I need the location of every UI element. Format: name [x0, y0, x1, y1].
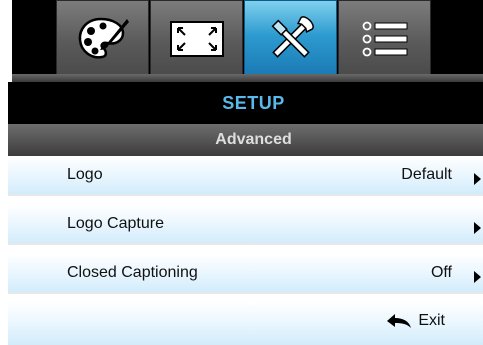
exit-label: Exit	[418, 312, 445, 329]
back-arrow-icon	[387, 314, 412, 328]
tools-icon	[271, 16, 314, 58]
menu-item-closed-captioning[interactable]: Closed Captioning Off	[8, 254, 483, 294]
screen-resize-icon	[169, 21, 224, 57]
arrow-right-icon	[474, 271, 481, 283]
menu-item-logo[interactable]: Logo Default	[8, 156, 483, 196]
tab-options[interactable]	[338, 0, 431, 78]
list-icon	[362, 21, 407, 57]
menu-item-value: Off	[430, 264, 452, 281]
tab-bar-divider	[12, 74, 483, 82]
menu-title: SETUP	[222, 92, 285, 113]
palette-icon	[78, 17, 129, 59]
submenu-title: Advanced	[215, 131, 292, 148]
submenu-header: Advanced	[8, 124, 483, 156]
exit-button[interactable]: Exit	[386, 312, 445, 330]
menu-item-label: Logo	[67, 166, 103, 183]
arrow-right-icon	[474, 173, 481, 185]
exit-row: Exit	[8, 302, 483, 345]
tab-display[interactable]	[150, 0, 243, 78]
menu-tab-bar	[12, 0, 483, 82]
menu-item-value: Default	[401, 166, 452, 183]
tab-setup[interactable]	[244, 0, 337, 78]
menu-header: SETUP	[8, 82, 483, 124]
tab-image[interactable]	[56, 0, 149, 78]
menu-item-logo-capture[interactable]: Logo Capture	[8, 205, 483, 245]
arrow-right-icon	[474, 222, 481, 234]
menu-item-label: Logo Capture	[67, 215, 164, 232]
menu-item-label: Closed Captioning	[67, 264, 198, 281]
projector-osd-menu: SETUP Advanced Logo Default Logo Capture…	[0, 0, 483, 345]
